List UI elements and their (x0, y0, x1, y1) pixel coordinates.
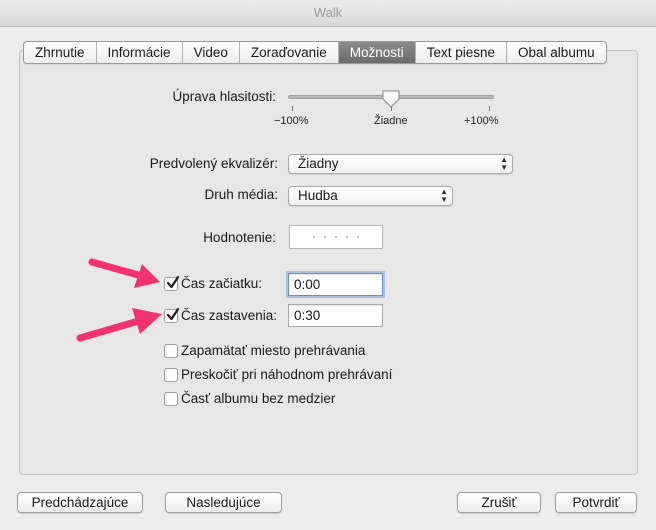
window-title: Walk (0, 0, 656, 27)
up-down-arrows-icon: ▲ ▼ (440, 187, 448, 204)
tab-sorting[interactable]: Zoraďovanie (240, 42, 339, 63)
equalizer-value: Žiadny (298, 156, 339, 171)
gapless-album-label: Časť albumu bez medzier (181, 391, 336, 406)
tab-info[interactable]: Informácie (97, 42, 183, 63)
checkmark-icon (166, 275, 180, 289)
tab-bar: Zhrnutie Informácie Video Zoraďovanie Mo… (23, 41, 607, 64)
skip-shuffle-checkbox[interactable] (164, 368, 178, 382)
tab-artwork[interactable]: Obal albumu (507, 42, 606, 63)
next-button[interactable]: Nasledujúce (165, 492, 282, 513)
volume-label: Úprava hlasitosti: (172, 89, 276, 104)
volume-mid-label: Žiadne (374, 115, 408, 127)
rating-dot-icon[interactable] (357, 236, 359, 238)
stop-time-checkbox[interactable] (164, 307, 180, 323)
tab-lyrics[interactable]: Text piesne (416, 42, 508, 63)
up-down-arrows-icon: ▲ ▼ (500, 155, 508, 172)
volume-tick-max (489, 106, 490, 111)
ok-button[interactable]: Potvrdiť (555, 492, 637, 513)
stop-time-input[interactable]: 0:30 (288, 304, 383, 327)
rating-dot-icon[interactable] (313, 236, 315, 238)
annotation-arrow-icon (76, 308, 162, 342)
stop-time-label: Čas zastavenia: (181, 308, 278, 323)
rating-dot-icon[interactable] (335, 236, 337, 238)
skip-shuffle-label: Preskočiť pri náhodnom prehrávaní (181, 367, 393, 382)
tab-options[interactable]: Možnosti (338, 42, 416, 63)
rating-label: Hodnotenie: (203, 230, 276, 245)
gapless-album-checkbox[interactable] (164, 392, 178, 406)
previous-button[interactable]: Predchádzajúce (17, 492, 143, 513)
start-time-label: Čas začiatku: (181, 276, 263, 291)
start-time-input[interactable]: 0:00 (288, 273, 383, 296)
media-kind-label: Druh média: (204, 187, 278, 202)
rating-field[interactable] (289, 225, 383, 249)
volume-tick-min (292, 106, 293, 111)
rating-dot-icon[interactable] (324, 236, 326, 238)
remember-position-checkbox[interactable] (164, 344, 178, 358)
volume-max-label: +100% (464, 115, 499, 127)
start-time-checkbox[interactable] (164, 275, 180, 291)
volume-slider-thumb[interactable] (381, 89, 401, 109)
annotation-arrow-icon (88, 258, 160, 288)
tab-video[interactable]: Video (183, 42, 240, 63)
tab-summary[interactable]: Zhrnutie (24, 42, 97, 63)
cancel-button[interactable]: Zrušiť (457, 492, 541, 513)
checkmark-icon (166, 307, 180, 321)
volume-min-label: −100% (274, 115, 309, 127)
equalizer-label: Predvolený ekvalizér: (149, 156, 278, 171)
remember-position-label: Zapamätať miesto prehrávania (181, 343, 366, 358)
rating-dot-icon[interactable] (346, 236, 348, 238)
equalizer-select[interactable]: Žiadny ▲ ▼ (288, 154, 513, 174)
media-kind-value: Hudba (298, 188, 338, 203)
media-kind-select[interactable]: Hudba ▲ ▼ (288, 186, 453, 206)
